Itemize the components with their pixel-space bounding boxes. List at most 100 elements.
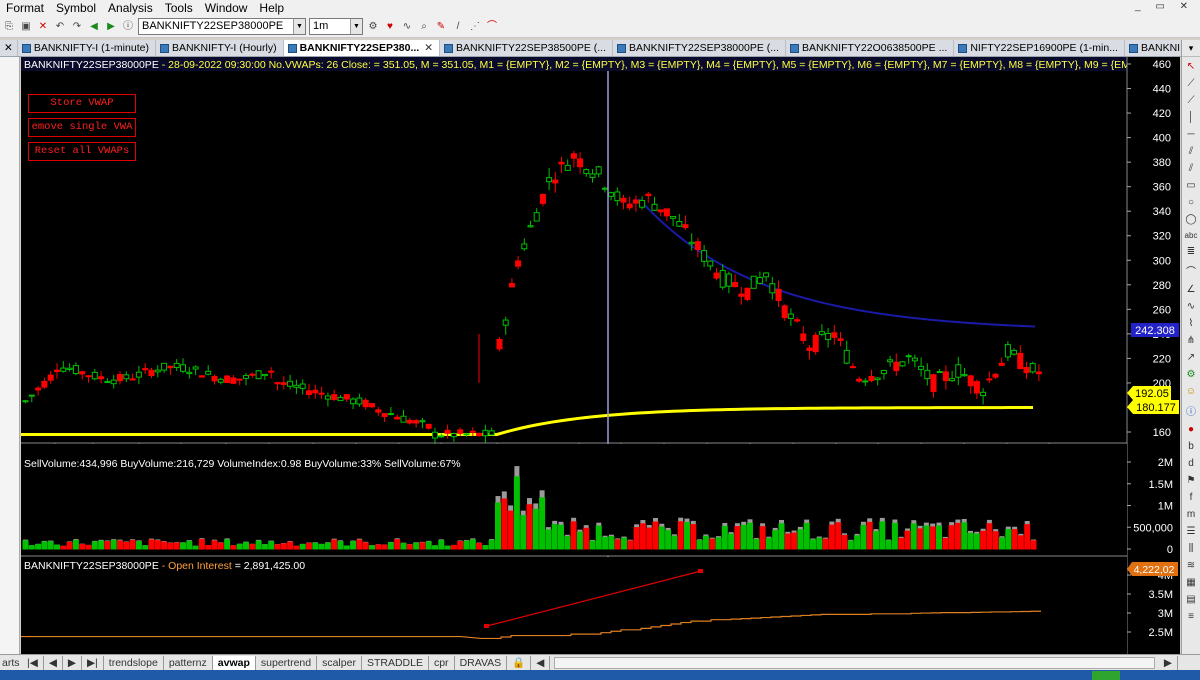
lock-icon[interactable]: 🔒 (507, 655, 532, 670)
back-icon[interactable]: ◀ (87, 20, 101, 34)
smiley-icon[interactable]: ☺ (1186, 386, 1196, 397)
sheet-tab-trendslope[interactable]: trendslope (104, 655, 164, 670)
candle-body (651, 203, 658, 211)
ellipse-icon[interactable]: ◯ (1185, 214, 1196, 225)
tab-banknifty22sep380-active[interactable]: BANKNIFTY22SEP380... ✕ (283, 40, 441, 56)
store-vwap-button[interactable]: Store VWAP (28, 94, 136, 113)
sheet-tab-avwap[interactable]: avwap (212, 655, 256, 670)
channel-icon[interactable]: ⫽ (1189, 163, 1193, 174)
drawing-tool-icon[interactable]: ∿ (400, 20, 414, 34)
vertical-line-icon[interactable]: │ (1188, 112, 1194, 123)
pin-icon[interactable]: ▾ (1182, 40, 1200, 57)
chart-area[interactable]: BANKNIFTY22SEP38000PE - 28-09-2022 09:30… (21, 57, 1180, 654)
tab-banknifty22sep38000pe[interactable]: BANKNIFTY22SEP38000PE (... (613, 40, 786, 56)
close-icon[interactable]: ✕ (36, 20, 50, 34)
circle-icon[interactable]: ○ (1188, 197, 1194, 208)
tab-nifty22sep16900pe[interactable]: NIFTY22SEP16900PE (1-min... (954, 40, 1125, 56)
fibonacci-icon[interactable]: ≣ (1187, 246, 1195, 257)
sheet-tab-dravas[interactable]: DRAVAS (455, 655, 508, 670)
window-controls[interactable]: _ ▭ ✕ (1135, 1, 1194, 12)
volume-bar (287, 541, 294, 550)
underline-icon[interactable]: m (1187, 509, 1195, 520)
scroll-left-icon[interactable]: ◀ (531, 655, 551, 670)
forward-icon[interactable]: ▶ (104, 20, 118, 34)
close-tab-icon[interactable]: ✕ (424, 42, 433, 54)
interval-combobox[interactable]: 1m ▼ (309, 18, 363, 35)
info-icon[interactable]: ⓘ (121, 20, 135, 34)
next-sheet-icon[interactable]: ▶ (63, 655, 82, 670)
sheet-tab-cpr[interactable]: cpr (429, 655, 455, 670)
tab-banknifty-1min[interactable]: BANKNIFTY-I (1-minute) (18, 40, 156, 56)
trendline-start-handle[interactable] (484, 624, 489, 628)
sheet-tab-scalper[interactable]: scalper (317, 655, 362, 670)
first-sheet-icon[interactable]: |◀ (22, 655, 44, 670)
menu-icon[interactable]: ≡ (1188, 611, 1194, 622)
last-sheet-icon[interactable]: ▶| (82, 655, 104, 670)
paste-icon[interactable]: ▣ (19, 20, 33, 34)
italic-icon[interactable]: f (1190, 492, 1193, 503)
scroll-right-icon[interactable]: ▶ (1159, 655, 1178, 670)
columns-icon[interactable]: ⫼ (1189, 543, 1194, 554)
chart-tools-icon[interactable]: ⚙ (366, 20, 380, 34)
menu-window[interactable]: Window (199, 1, 254, 15)
delta-icon[interactable]: d (1188, 458, 1194, 469)
undo-icon[interactable]: ↶ (53, 20, 67, 34)
fan-icon[interactable]: ∠ (1187, 284, 1196, 295)
trendline-end-handle[interactable] (698, 569, 703, 573)
wave-icon[interactable]: ∿ (1187, 301, 1195, 312)
sheet-tab-supertrend[interactable]: supertrend (256, 655, 318, 670)
pitchfork-icon[interactable]: ⋔ (1187, 335, 1195, 346)
redo-icon[interactable]: ↷ (70, 20, 84, 34)
cycles-icon[interactable]: ⌇ (1189, 318, 1194, 329)
bullet-icon[interactable]: ● (1188, 424, 1194, 435)
sheet-tab-patternz[interactable]: patternz (164, 655, 213, 670)
price-tick-label: 300 (1153, 255, 1171, 267)
volume-bar (274, 544, 281, 550)
candle-body (967, 375, 974, 387)
line-icon[interactable]: / (451, 20, 465, 34)
candle-body (381, 413, 388, 418)
tab-bar-close[interactable]: ✕ (0, 40, 18, 56)
arc-icon[interactable]: ⌒ (1186, 263, 1196, 278)
gear-icon[interactable]: ⚙ (1187, 369, 1196, 380)
tab-banknifty22o0638500pe[interactable]: BANKNIFTY22O0638500PE ... (786, 40, 955, 56)
grid-icon[interactable]: ▦ (1186, 577, 1195, 588)
tab-banknifty-hourly[interactable]: BANKNIFTY-I (Hourly) (156, 40, 284, 56)
menu-tools[interactable]: Tools (159, 1, 199, 15)
heart-icon[interactable]: ♥ (383, 20, 397, 34)
menu-format[interactable]: Format (0, 1, 50, 15)
trendline-icon[interactable]: ⟋ (1188, 78, 1195, 89)
ray-icon[interactable]: ⟋ (1188, 95, 1195, 106)
menu-analysis[interactable]: Analysis (102, 1, 159, 15)
remove-single-vwap-button[interactable]: emove single VWA (28, 118, 136, 137)
pencil-icon[interactable]: ✎ (434, 20, 448, 34)
list-icon[interactable]: ☰ (1187, 526, 1196, 537)
horizontal-line-icon[interactable]: ─ (1187, 129, 1194, 140)
rectangle-icon[interactable]: ▭ (1186, 180, 1195, 191)
arrow-icon[interactable]: ↗ (1187, 352, 1195, 363)
menu-help[interactable]: Help (253, 1, 290, 15)
chevron-down-icon[interactable]: ▼ (293, 19, 305, 34)
magnet-icon[interactable]: ⌒ (485, 20, 499, 34)
parallel-lines-icon[interactable]: ⫽ (1189, 146, 1193, 157)
symbol-combobox[interactable]: BANKNIFTY22SEP38000PE ▼ (138, 18, 306, 35)
flag-icon[interactable]: ⚑ (1187, 475, 1196, 486)
reset-all-vwaps-button[interactable]: Reset all VWAPs (28, 142, 136, 161)
chevron-down-icon[interactable]: ▼ (350, 19, 362, 34)
text-icon[interactable]: abc (1185, 231, 1198, 240)
dotted-line-icon[interactable]: ⋰ (468, 20, 482, 34)
copy-icon[interactable]: ⎘ (2, 20, 16, 34)
bold-icon[interactable]: b (1188, 441, 1194, 452)
table-icon[interactable]: ▤ (1186, 594, 1195, 605)
sheet-tab-straddle[interactable]: STRADDLE (362, 655, 429, 670)
volume-bar (778, 523, 785, 550)
select-arrow-icon[interactable]: ↖ (1187, 61, 1195, 72)
horizontal-scrollbar[interactable] (554, 656, 1155, 669)
prev-sheet-icon[interactable]: ◀ (44, 655, 63, 670)
menu-symbol[interactable]: Symbol (50, 1, 102, 15)
tab-banknifty22sep38500pe[interactable]: BANKNIFTY22SEP38500PE (... (440, 40, 614, 56)
zoom-icon[interactable]: ⌕ (417, 20, 431, 34)
info-icon[interactable]: ⓘ (1186, 403, 1196, 418)
chart-svg[interactable]: BANKNIFTY22SEP38000PE - 28-09-2022 09:30… (21, 57, 1180, 654)
signal-icon[interactable]: ≋ (1187, 560, 1195, 571)
